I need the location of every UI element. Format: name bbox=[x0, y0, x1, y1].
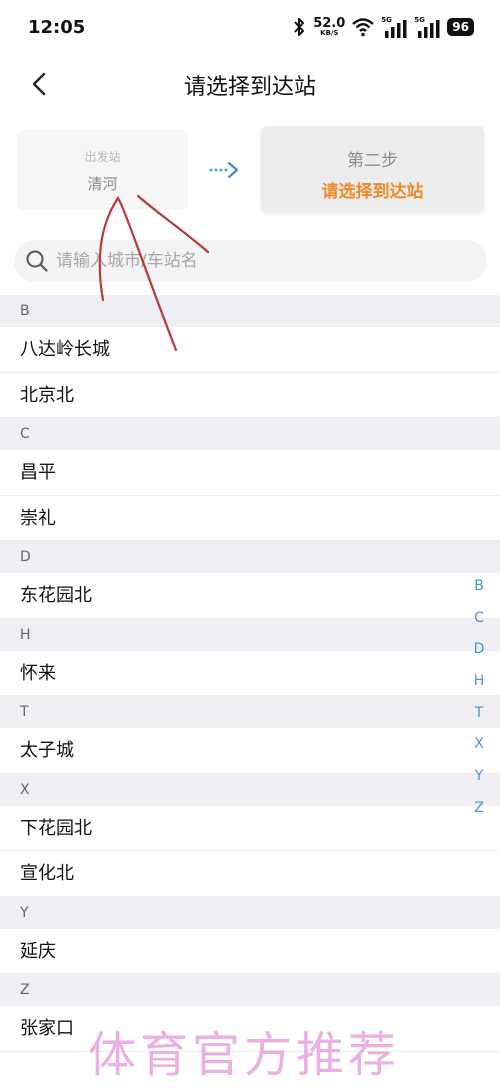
station-row[interactable]: 昌平 bbox=[0, 450, 500, 496]
section-header: H bbox=[0, 618, 500, 651]
bluetooth-icon bbox=[294, 18, 305, 36]
battery-indicator: 96 bbox=[447, 18, 474, 36]
station-row[interactable]: 怀来 bbox=[0, 651, 500, 696]
section-header: Z bbox=[0, 974, 500, 1006]
alphabet-index[interactable]: BCDHTXYZ bbox=[472, 574, 486, 828]
page-title: 请选择到达站 bbox=[183, 75, 316, 100]
dotted-arrow-icon bbox=[209, 161, 239, 179]
station-row[interactable]: 下花园北 bbox=[0, 806, 500, 851]
signal-sim1-icon: 5G bbox=[381, 16, 407, 38]
index-letter[interactable]: T bbox=[472, 701, 486, 733]
station-row[interactable]: 太子城 bbox=[0, 728, 500, 774]
station-list: B 八达岭长城 北京北 C 昌平 崇礼 D 东花园北 H 怀来 T 太子城 X 下花园北 宣化北 Y 延庆 Z 张家… bbox=[0, 295, 500, 1052]
index-letter[interactable]: B bbox=[472, 574, 486, 606]
station-row[interactable]: 东花园北 bbox=[0, 573, 500, 619]
arrival-prompt: 请选择到达站 bbox=[321, 182, 424, 202]
station-row[interactable]: 崇礼 bbox=[0, 496, 500, 541]
status-time: 12:05 bbox=[28, 17, 86, 38]
index-letter[interactable]: X bbox=[472, 732, 486, 764]
nav-bar: 请选择到达站 bbox=[0, 58, 500, 110]
network-speed: 52.0 KB/S bbox=[313, 17, 345, 37]
index-letter[interactable]: C bbox=[472, 606, 486, 638]
station-row[interactable]: 延庆 bbox=[0, 929, 500, 974]
section-header: Y bbox=[0, 896, 500, 929]
section-header: B bbox=[0, 295, 500, 327]
section-header: X bbox=[0, 773, 500, 806]
status-bar: 12:05 52.0 KB/S 5G 5G 96 bbox=[0, 0, 500, 58]
index-letter[interactable]: H bbox=[472, 669, 486, 701]
index-letter[interactable]: Z bbox=[472, 796, 486, 828]
arrival-station-card[interactable]: 第二步 请选择到达站 bbox=[261, 126, 484, 212]
search-icon bbox=[26, 250, 48, 272]
search-bar[interactable] bbox=[14, 240, 487, 282]
search-input[interactable] bbox=[56, 246, 476, 276]
station-row[interactable]: 宣化北 bbox=[0, 851, 500, 897]
index-letter[interactable]: D bbox=[472, 637, 486, 669]
departure-value: 清河 bbox=[87, 175, 118, 193]
station-row[interactable]: 张家口 bbox=[0, 1006, 500, 1052]
status-icons: 52.0 KB/S 5G 5G 96 bbox=[292, 16, 474, 38]
section-header: C bbox=[0, 418, 500, 450]
step-two-label: 第二步 bbox=[347, 151, 398, 171]
section-header: T bbox=[0, 696, 500, 728]
network-speed-unit: KB/S bbox=[320, 29, 339, 37]
wifi-icon bbox=[352, 18, 375, 37]
station-row[interactable]: 八达岭长城 bbox=[0, 327, 500, 373]
station-row[interactable]: 北京北 bbox=[0, 373, 500, 418]
index-letter[interactable]: Y bbox=[472, 764, 486, 796]
departure-station-card[interactable]: 出发站 清河 bbox=[17, 130, 188, 210]
signal-sim2-icon: 5G bbox=[414, 16, 440, 38]
section-header: D bbox=[0, 541, 500, 573]
departure-label: 出发站 bbox=[84, 150, 121, 164]
